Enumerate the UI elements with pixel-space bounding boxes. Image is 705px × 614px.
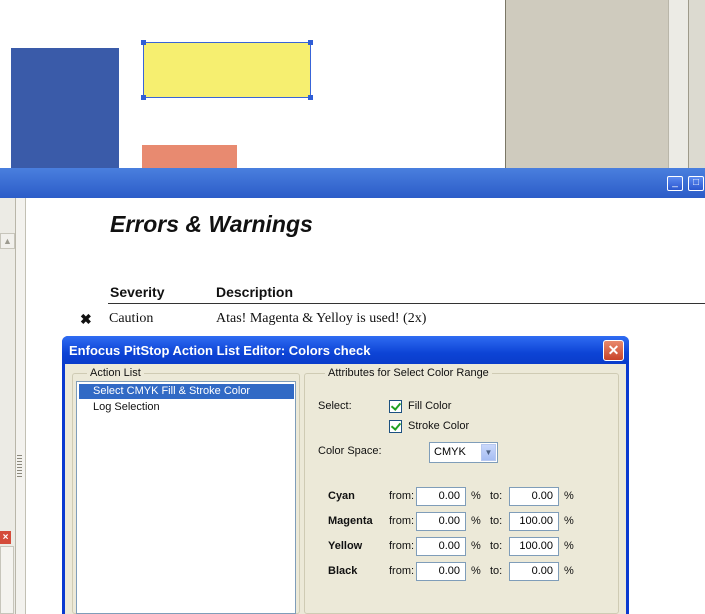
severity-value: Caution [109,311,154,326]
selection-handle[interactable] [141,40,146,45]
description-value: Atas! Magenta & Yelloy is used! (2x) [216,311,427,326]
splitter-grip-icon[interactable] [17,455,22,477]
from-label: from: [389,540,415,552]
stroke-color-checkbox[interactable] [389,420,402,433]
yellow-to-input[interactable]: 100.00 [509,537,559,556]
maximize-button[interactable]: □ [688,176,704,191]
percent-label: % [471,565,481,577]
attributes-legend: Attributes for Select Color Range [325,367,492,379]
channel-label-black: Black [328,565,358,577]
cyan-to-input[interactable]: 0.00 [509,487,559,506]
side-panel-box [0,546,14,614]
selection-handle[interactable] [308,40,313,45]
to-label: to: [490,490,503,502]
to-label: to: [490,515,503,527]
close-icon[interactable]: × [0,531,11,544]
to-label: to: [490,565,503,577]
from-label: from: [389,565,415,577]
select-label: Select: [318,400,352,412]
report-title: Errors & Warnings [110,211,313,237]
yellow-from-input[interactable]: 0.00 [416,537,466,556]
percent-label: % [471,490,481,502]
from-label: from: [389,515,415,527]
black-to-input[interactable]: 0.00 [509,562,559,581]
channel-label-yellow: Yellow [328,540,363,552]
report-window-titlebar: _ □ [0,168,705,198]
percent-label: % [564,515,574,527]
action-list[interactable]: Select CMYK Fill & Stroke Color Log Sele… [76,381,296,614]
list-item-log-selection[interactable]: Log Selection [79,400,294,415]
side-panel-edge [688,0,705,168]
to-label: to: [490,540,503,552]
minimize-icon: _ [672,177,678,188]
percent-label: % [471,515,481,527]
channel-label-cyan: Cyan [328,490,355,502]
magenta-from-input[interactable]: 0.00 [416,512,466,531]
column-header-severity: Severity [110,284,165,300]
percent-label: % [564,540,574,552]
selection-handle[interactable] [308,95,313,100]
dialog-title: Enfocus PitStop Action List Editor: Colo… [69,343,371,358]
percent-label: % [564,565,574,577]
percent-label: % [564,490,574,502]
panel-splitter[interactable] [16,198,26,614]
action-list-legend: Action List [87,367,144,379]
vertical-scrollbar[interactable] [668,0,688,168]
x-mark-icon: ✖ [80,311,92,327]
pasteboard-area [505,0,668,168]
selection-handle[interactable] [141,95,146,100]
magenta-to-input[interactable]: 100.00 [509,512,559,531]
header-divider [108,303,705,304]
close-icon: ✕ [607,342,620,358]
list-item-select-cmyk[interactable]: Select CMYK Fill & Stroke Color [79,384,294,399]
maximize-icon: □ [692,177,700,188]
scroll-up-arrow-icon[interactable]: ▲ [0,233,15,249]
fill-color-checkbox[interactable] [389,400,402,413]
salmon-rectangle-shape[interactable] [142,145,237,168]
dialog-close-button[interactable]: ✕ [603,340,624,361]
fill-color-label: Fill Color [408,400,452,412]
blue-rectangle-shape[interactable] [11,48,119,168]
cyan-from-input[interactable]: 0.00 [416,487,466,506]
minimize-button[interactable]: _ [667,176,683,191]
column-header-description: Description [216,284,294,300]
chevron-down-icon[interactable]: ▼ [481,444,496,461]
stroke-color-label: Stroke Color [408,420,470,432]
from-label: from: [389,490,415,502]
yellow-rectangle-shape-selected[interactable] [141,40,313,100]
black-from-input[interactable]: 0.00 [416,562,466,581]
color-space-label: Color Space: [318,445,382,457]
channel-label-magenta: Magenta [328,515,373,527]
percent-label: % [471,540,481,552]
